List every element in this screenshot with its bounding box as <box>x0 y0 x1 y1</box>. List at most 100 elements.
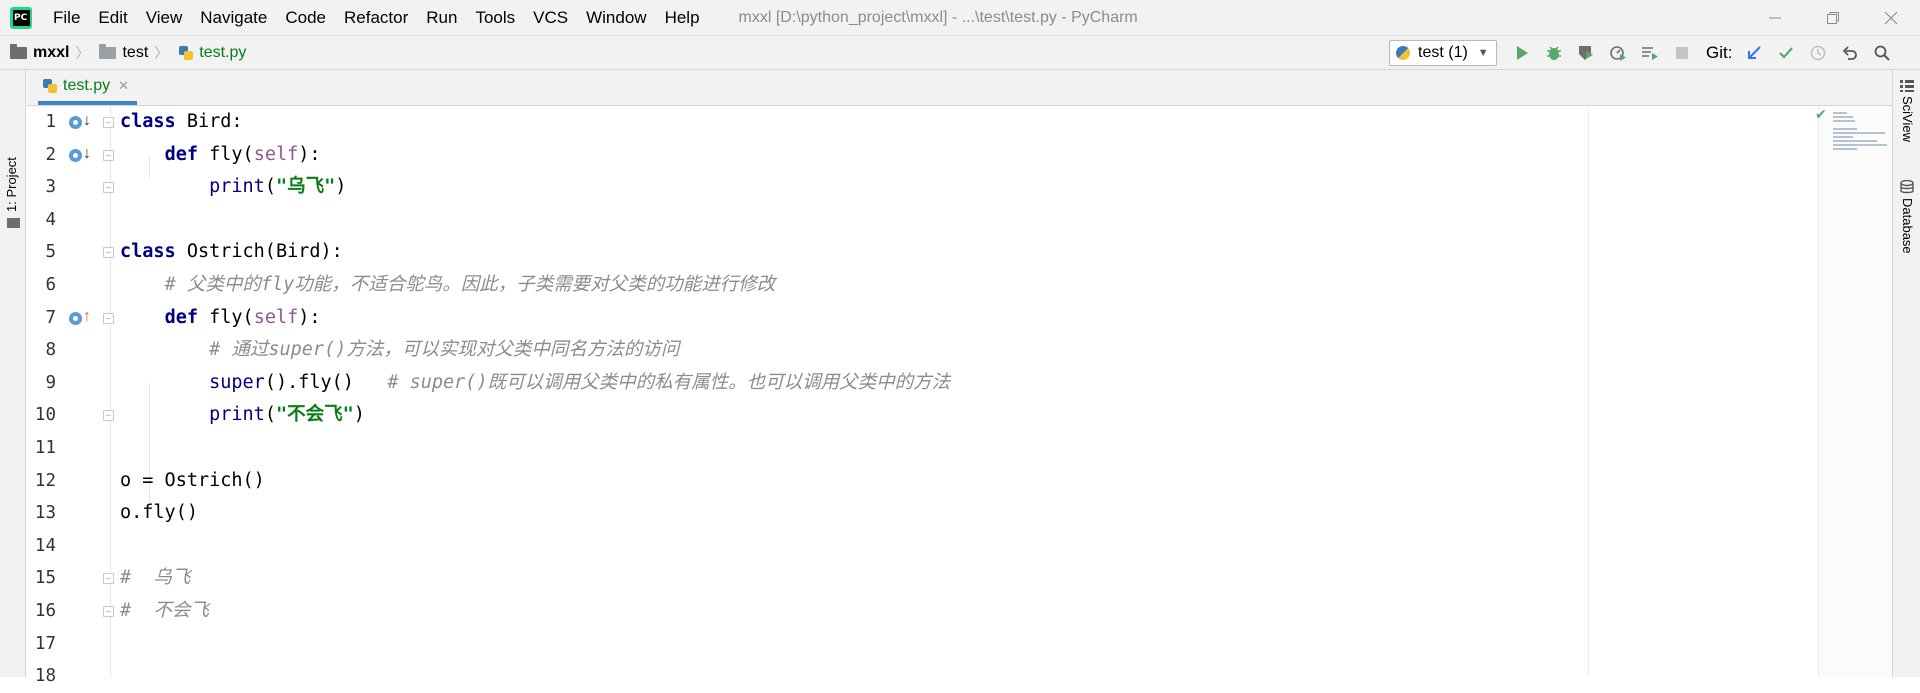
code-line-1: 1 ↓ class Bird: <box>27 106 1827 139</box>
run-concurrency-button[interactable] <box>1634 36 1666 70</box>
editor-scrollbar[interactable] <box>1818 106 1892 677</box>
run-configuration-label: test (1) <box>1418 44 1468 61</box>
profile-button[interactable] <box>1602 36 1634 70</box>
menu-code[interactable]: Code <box>276 0 335 36</box>
line-number: 17 <box>34 633 56 654</box>
sciview-tool-window-tab[interactable]: SciView <box>1899 80 1917 170</box>
debug-button[interactable] <box>1538 36 1570 70</box>
menu-vcs[interactable]: VCS <box>524 0 577 36</box>
git-rollback-button[interactable] <box>1834 36 1866 70</box>
arrow-down-left-icon <box>1748 46 1762 59</box>
window-controls <box>1746 0 1920 36</box>
python-icon <box>1396 46 1410 60</box>
code-text: print("不会飞") <box>209 404 365 426</box>
code-line-17: 17 <box>27 628 1827 661</box>
has-subclass-marker-icon[interactable]: ↓ <box>69 112 99 130</box>
code-line-6: 6 # 父类中的fly功能，不适合鸵鸟。因此，子类需要对父类的功能进行修改 <box>27 269 1827 302</box>
line-number: 2 <box>45 144 56 165</box>
menu-tools[interactable]: Tools <box>466 0 524 36</box>
window-title: mxxl [D:\python_project\mxxl] - ...\test… <box>738 8 1138 26</box>
undo-icon <box>1843 46 1858 60</box>
code-line-2: 2 ↓ def fly(self): <box>27 139 1827 172</box>
clock-icon <box>1811 45 1826 61</box>
run-with-coverage-button[interactable] <box>1570 36 1602 70</box>
line-number: 11 <box>34 438 56 458</box>
search-everywhere-button[interactable] <box>1866 36 1898 70</box>
right-tool-strip: SciView Database <box>1892 70 1920 677</box>
breadcrumb-file[interactable]: test.py <box>178 44 246 62</box>
code-line-10: 10 print("不会飞") <box>27 399 1827 432</box>
line-number: 4 <box>45 209 56 230</box>
code-line-4: 4 <box>27 204 1827 237</box>
fold-end-icon[interactable] <box>103 606 114 617</box>
line-number: 7 <box>45 307 56 328</box>
code-text: def fly(self): <box>164 143 321 165</box>
code-text: # 乌飞 <box>120 567 191 589</box>
database-tool-window-tab[interactable]: Database <box>1899 180 1917 280</box>
database-icon <box>1900 180 1914 194</box>
close-icon <box>1884 11 1898 25</box>
restore-button[interactable] <box>1804 0 1862 36</box>
line-number: 3 <box>45 177 56 198</box>
code-text: o.fly() <box>120 502 198 524</box>
checkmark-icon <box>1779 47 1794 59</box>
breadcrumb-folder[interactable]: test 〉 <box>99 43 168 63</box>
play-icon <box>1517 46 1528 60</box>
fold-toggle-icon[interactable] <box>103 573 114 585</box>
menu-run[interactable]: Run <box>417 0 466 36</box>
menu-navigate[interactable]: Navigate <box>191 0 276 36</box>
git-update-button[interactable] <box>1738 36 1770 70</box>
code-line-3: 3 print("乌飞") <box>27 171 1827 204</box>
project-tab-label: 1: Project <box>4 157 19 212</box>
run-button[interactable] <box>1506 36 1538 70</box>
code-line-11: 11 <box>27 432 1827 465</box>
line-number: 10 <box>34 405 56 426</box>
main-menu: File Edit View Navigate Code Refactor Ru… <box>44 0 709 36</box>
tab-test-py[interactable]: test.py ✕ <box>38 70 138 105</box>
menu-window[interactable]: Window <box>577 0 655 36</box>
fold-toggle-icon[interactable] <box>103 117 114 128</box>
chevron-right-icon: 〉 <box>154 44 169 61</box>
minimize-icon <box>1769 17 1781 19</box>
run-configuration-select[interactable]: test (1) ▼ <box>1389 40 1497 66</box>
line-number: 15 <box>34 568 56 589</box>
line-number: 12 <box>34 470 56 491</box>
code-text: # 通过super()方法，可以实现对父类中同名方法的访问 <box>209 339 680 361</box>
fold-end-icon[interactable] <box>103 410 114 422</box>
python-file-icon <box>178 45 194 61</box>
fold-toggle-icon[interactable] <box>103 312 114 324</box>
fold-toggle-icon[interactable] <box>103 247 114 259</box>
git-commit-button[interactable] <box>1770 36 1802 70</box>
overridden-method-marker-icon[interactable]: ↓ <box>69 145 99 163</box>
git-history-button[interactable] <box>1802 36 1834 70</box>
menu-view[interactable]: View <box>137 0 192 36</box>
line-number: 1 <box>45 112 56 132</box>
stop-button[interactable] <box>1666 36 1698 70</box>
minimize-button[interactable] <box>1746 0 1804 36</box>
code-editor[interactable]: ✔ 1 ↓ class Bird: 2 ↓ def fly(self): 3 p… <box>27 106 1893 686</box>
menu-edit[interactable]: Edit <box>89 0 136 36</box>
pycharm-logo-icon <box>10 6 32 29</box>
stop-icon <box>1676 47 1688 59</box>
chevron-right-icon: 〉 <box>75 44 90 61</box>
chevron-down-icon: ▼ <box>1477 47 1489 59</box>
line-number: 5 <box>45 242 56 263</box>
close-tab-icon[interactable]: ✕ <box>118 78 129 94</box>
menu-help[interactable]: Help <box>656 0 709 36</box>
menu-refactor[interactable]: Refactor <box>335 0 417 36</box>
line-number: 6 <box>45 275 56 295</box>
fold-end-icon[interactable] <box>103 182 114 194</box>
line-number: 8 <box>45 340 56 361</box>
close-window-button[interactable] <box>1862 0 1920 36</box>
concurrency-icon <box>1642 47 1658 60</box>
code-text: print("乌飞") <box>209 176 347 198</box>
code-line-5: 5 class Ostrich(Bird): <box>27 236 1827 269</box>
line-number: 14 <box>34 535 56 556</box>
breadcrumb-project[interactable]: mxxl 〉 <box>10 43 89 63</box>
overrides-method-marker-icon[interactable]: ↑ <box>69 308 99 326</box>
sciview-icon <box>1900 80 1914 92</box>
code-minimap[interactable] <box>1833 112 1893 168</box>
project-tool-window-tab[interactable]: 1: Project <box>4 152 22 212</box>
fold-toggle-icon[interactable] <box>103 149 114 161</box>
menu-file[interactable]: File <box>44 0 89 36</box>
